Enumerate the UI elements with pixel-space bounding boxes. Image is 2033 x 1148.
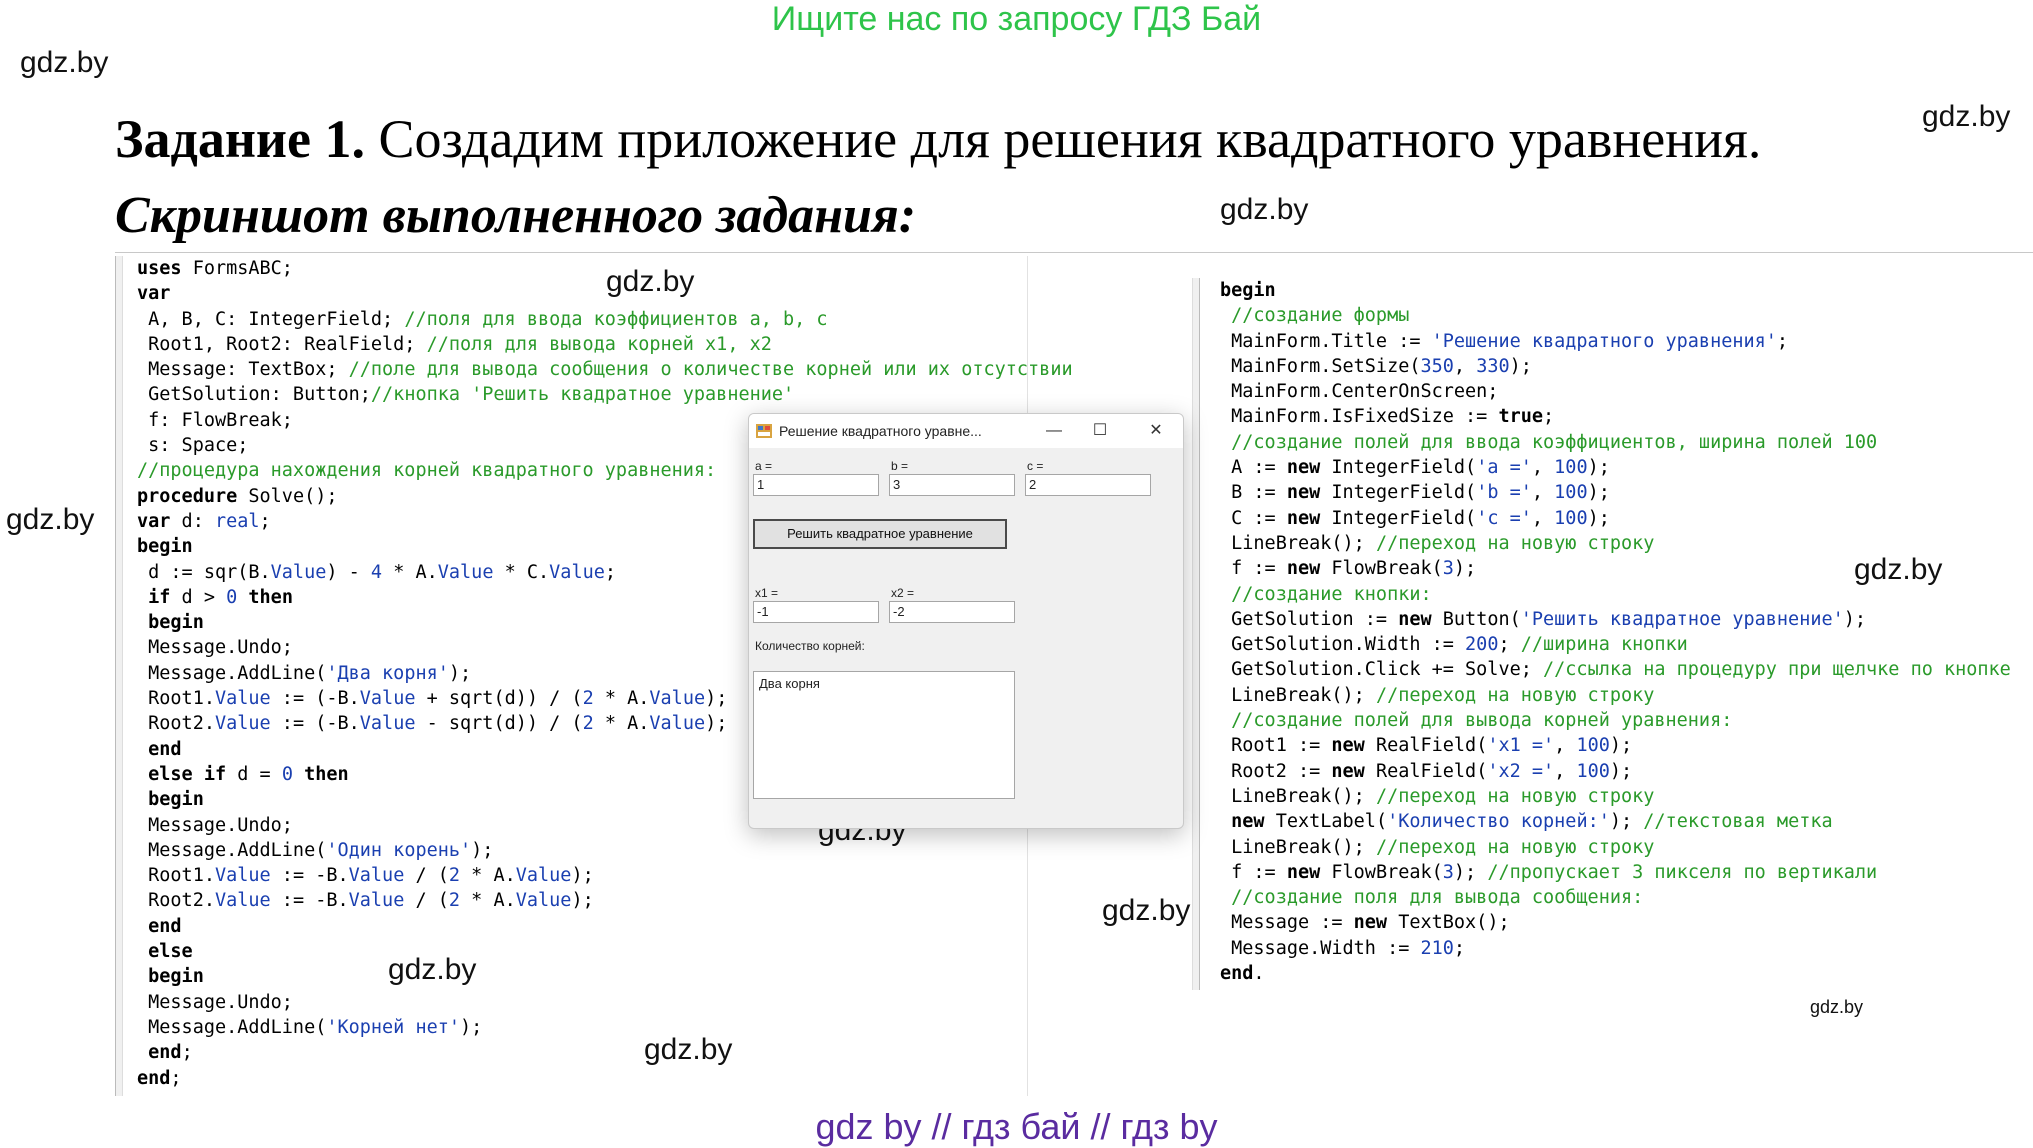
watermark: gdz.by (1922, 100, 2011, 133)
window-title: Решение квадратного уравне... (779, 423, 982, 439)
code-line: end. (1220, 963, 1265, 985)
code-line: LineBreak(); //переход на новую строку (1220, 836, 1655, 858)
code-line: //создание полей для ввода коэффициентов… (1231, 431, 1878, 453)
app-window[interactable]: Решение квадратного уравне... — ☐ ✕ a = … (748, 413, 1184, 829)
code-line: Root1.Value := -B.Value / (2 * A.Value); (137, 865, 594, 887)
code-line: uses FormsABC; (137, 258, 293, 279)
b-input[interactable]: 3 (889, 474, 1015, 496)
screenshot-caption: Скриншот выполненного задания: (115, 187, 917, 244)
close-icon[interactable]: ✕ (1136, 420, 1176, 442)
c-input[interactable]: 2 (1025, 474, 1151, 496)
code-line: LineBreak(); //переход на новую строку (1220, 684, 1655, 706)
code-line: var (137, 283, 171, 305)
task-heading: Задание 1. Создадим приложение для решен… (115, 108, 1761, 170)
field-label-a: a = (755, 459, 773, 473)
code-line: MainForm.CenterOnScreen; (1220, 381, 1499, 403)
watermark: gdz.by (1102, 894, 1191, 927)
a-input[interactable]: 1 (753, 474, 879, 496)
code-line: end (148, 915, 182, 937)
x2-output[interactable]: -2 (889, 601, 1015, 623)
field-label-x1: x1 = (755, 586, 779, 600)
footer-links[interactable]: gdz by // гдз бай // гдз by (0, 1106, 2033, 1148)
code-line: end; (148, 1042, 193, 1064)
code-line: Message.AddLine('Один корень'); (137, 839, 494, 861)
code-line: //создание полей для вывода корней уравн… (1231, 710, 1733, 732)
code-listing-right: begin //создание формы MainForm.Title :=… (1220, 278, 2011, 986)
code-line: B := new IntegerField('b =', 100); (1220, 482, 1610, 504)
promo-banner[interactable]: Ищите нас по запросу ГДЗ Бай (0, 0, 2033, 39)
task-text: Создадим приложение для решения квадратн… (378, 109, 1762, 169)
code-line: A, B, C: IntegerField; //поля для ввода … (137, 308, 828, 330)
code-line: end; (137, 1067, 182, 1089)
task-number: Задание 1. (115, 109, 366, 169)
code-line: //создание поля для вывода сообщения: (1231, 887, 1644, 909)
message-textbox[interactable]: Два корня (753, 671, 1015, 799)
watermark: gdz.by (1220, 193, 1309, 226)
code-line: Message.Width := 210; (1220, 937, 1466, 959)
code-line: Message := new TextBox(); (1220, 912, 1510, 934)
code-line: Root2.Value := -B.Value / (2 * A.Value); (137, 890, 594, 912)
window-titlebar[interactable]: Решение квадратного уравне... — ☐ ✕ (749, 414, 1183, 448)
field-label-b: b = (891, 459, 909, 473)
divider (115, 252, 2033, 253)
code-line: //создание формы (1231, 305, 1410, 327)
solve-button[interactable]: Решить квадратное уравнение (753, 519, 1007, 549)
code-line: LineBreak(); //переход на новую строку (1220, 532, 1655, 554)
code-line: f := new FlowBreak(3); //пропускает 3 пи… (1220, 861, 1878, 883)
field-label-c: c = (1027, 459, 1044, 473)
code-line: Root1 := new RealField('x1 =', 100); (1220, 735, 1633, 757)
code-line: MainForm.SetSize(350, 330); (1220, 355, 1532, 377)
code-line: new TextLabel('Количество корней:'); //т… (1231, 811, 1833, 833)
app-icon (756, 424, 772, 438)
code-line: MainForm.IsFixedSize := true; (1220, 406, 1555, 428)
watermark: gdz.by (6, 503, 95, 536)
code-line: begin (1220, 280, 1276, 301)
maximize-icon[interactable]: ☐ (1080, 420, 1120, 442)
watermark: gdz.by (20, 46, 109, 79)
code-line: GetSolution.Click += Solve; //ссылка на … (1220, 659, 2011, 681)
code-line: C := new IntegerField('c =', 100); (1220, 507, 1610, 529)
watermark: gdz.by (1810, 997, 1864, 1017)
minimize-icon[interactable]: — (1034, 420, 1074, 442)
x1-output[interactable]: -1 (753, 601, 879, 623)
code-line: f := new FlowBreak(3); (1220, 558, 1477, 580)
code-line: begin (148, 966, 204, 988)
code-line: A := new IntegerField('a =', 100); (1220, 457, 1610, 479)
code-line: //создание кнопки: (1231, 583, 1432, 605)
code-line: Message.Undo; (137, 991, 293, 1013)
code-line: Root2 := new RealField('x2 =', 100); (1220, 760, 1633, 782)
code-line: else (148, 941, 193, 963)
field-label-x2: x2 = (891, 586, 915, 600)
code-line: MainForm.Title := 'Решение квадратного у… (1220, 330, 1789, 352)
code-line: Message.AddLine('Корней нет'); (137, 1016, 483, 1038)
editor-gutter-left (115, 256, 123, 1096)
editor-gutter-right (1192, 278, 1200, 990)
code-line: GetSolution: Button;//кнопка 'Решить ква… (137, 384, 795, 406)
code-line: GetSolution.Width := 200; //ширина кнопк… (1220, 634, 1688, 656)
code-line: Root1, Root2: RealField; //поля для выво… (137, 333, 772, 355)
roots-count-label: Количество корней: (755, 639, 865, 653)
code-line: Message: TextBox; //поле для вывода сооб… (137, 359, 1073, 381)
code-line: GetSolution := new Button('Решить квадра… (1220, 608, 1867, 630)
code-line: LineBreak(); //переход на новую строку (1220, 785, 1655, 807)
